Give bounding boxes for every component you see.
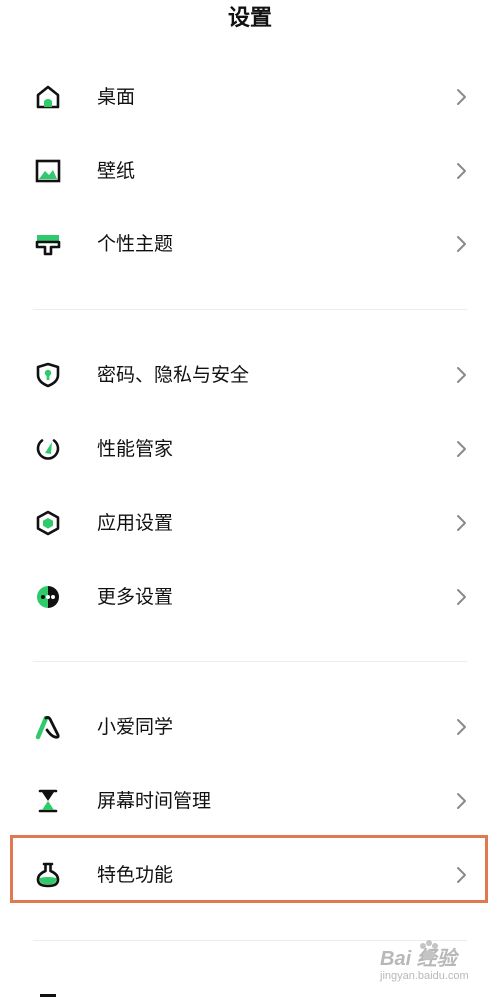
chevron-right-icon — [455, 792, 469, 810]
settings-item-label: 小爱同学 — [97, 716, 174, 738]
next-item-icon — [34, 984, 62, 997]
more-dots-icon — [34, 583, 62, 611]
chevron-right-icon — [455, 88, 469, 106]
chevron-right-icon — [455, 235, 469, 253]
settings-item-label: 壁纸 — [97, 160, 136, 182]
section-divider — [33, 309, 467, 310]
settings-item-screen-time[interactable]: 屏幕时间管理 — [0, 771, 500, 831]
settings-item-label: 个性主题 — [97, 233, 174, 255]
settings-item-desktop[interactable]: 桌面 — [0, 67, 500, 127]
settings-item-performance[interactable]: 性能管家 — [0, 419, 500, 479]
hourglass-icon — [34, 787, 62, 815]
chevron-right-icon — [455, 718, 469, 736]
settings-item-password-privacy[interactable]: 密码、隐私与安全 — [0, 345, 500, 405]
settings-item-label: 更多设置 — [97, 586, 174, 608]
hexagon-icon — [34, 509, 62, 537]
theme-icon — [34, 230, 62, 258]
watermark-url: jingyan.baidu.com — [380, 970, 469, 982]
settings-item-xiaoai[interactable]: 小爱同学 — [0, 697, 500, 757]
settings-item-label: 桌面 — [97, 86, 136, 108]
section-divider — [33, 661, 467, 662]
settings-item-wallpaper[interactable]: 壁纸 — [0, 141, 500, 201]
chevron-right-icon — [455, 366, 469, 384]
chevron-right-icon — [455, 514, 469, 532]
settings-item-app-settings[interactable]: 应用设置 — [0, 493, 500, 553]
chevron-right-icon — [455, 866, 469, 884]
gauge-icon — [34, 435, 62, 463]
shield-icon — [34, 361, 62, 389]
settings-item-label: 密码、隐私与安全 — [97, 364, 250, 386]
paw-icon — [416, 938, 442, 964]
assistant-icon — [34, 713, 62, 741]
chevron-right-icon — [455, 162, 469, 180]
settings-item-special-features[interactable]: 特色功能 — [0, 845, 500, 905]
settings-item-label: 性能管家 — [97, 438, 174, 460]
wallpaper-icon — [34, 157, 62, 185]
baidu-watermark: Bai 经验 jingyan.baidu.com — [380, 938, 496, 990]
chevron-right-icon — [455, 588, 469, 606]
page-title: 设置 — [227, 6, 272, 31]
settings-item-label: 应用设置 — [97, 512, 174, 534]
settings-item-theme[interactable]: 个性主题 — [0, 214, 500, 274]
settings-item-label: 特色功能 — [97, 864, 174, 886]
settings-item-label: 屏幕时间管理 — [97, 790, 212, 812]
home-icon — [34, 83, 62, 111]
chevron-right-icon — [455, 440, 469, 458]
settings-item-more-settings[interactable]: 更多设置 — [0, 567, 500, 627]
flask-icon — [34, 861, 62, 889]
